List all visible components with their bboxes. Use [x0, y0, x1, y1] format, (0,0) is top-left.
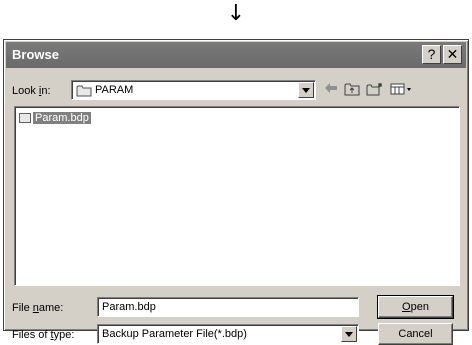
title-bar[interactable]: Browse ? ✕ — [6, 42, 466, 68]
filename-field[interactable]: Param.bdp — [97, 297, 359, 317]
back-button[interactable] — [324, 82, 338, 100]
view-menu-icon — [390, 83, 411, 95]
filetype-combo[interactable]: Backup Parameter File(*.bdp) — [97, 324, 359, 344]
lookin-label-pre: Look — [12, 85, 39, 97]
help-button[interactable]: ? — [422, 45, 441, 64]
filetype-label: Files of type: — [12, 329, 74, 341]
new-folder-icon — [366, 83, 382, 96]
close-button[interactable]: ✕ — [443, 45, 462, 64]
folder-icon — [76, 85, 92, 97]
lookin-dropdown-button[interactable] — [298, 82, 314, 98]
help-icon: ? — [427, 46, 436, 62]
filetype-value: Backup Parameter File(*.bdp) — [102, 328, 247, 340]
open-button-rest: pen — [410, 301, 429, 313]
up-folder-icon — [344, 83, 360, 96]
filetype-label-pre: Files of — [12, 329, 51, 341]
lookin-value: PARAM — [95, 84, 134, 96]
open-button-key: O — [402, 301, 411, 313]
close-icon: ✕ — [446, 46, 459, 62]
filetype-dropdown-button[interactable] — [341, 326, 357, 342]
down-arrow-indicator: ↓ — [226, 1, 246, 26]
lookin-label: Look in: — [12, 85, 51, 97]
file-list[interactable]: Param.bdp — [14, 106, 460, 286]
up-folder-button[interactable] — [344, 82, 360, 100]
filename-label: File name: — [12, 302, 63, 314]
back-arrow-icon — [325, 83, 337, 93]
file-name: Param.bdp — [33, 112, 91, 124]
new-folder-button[interactable] — [366, 82, 384, 100]
filename-label-pre: File — [12, 302, 33, 314]
open-button[interactable]: Open — [377, 295, 454, 319]
list-item[interactable]: Param.bdp — [19, 110, 91, 126]
browse-dialog: Browse ? ✕ Look in: PARAM Param.bdp File… — [3, 39, 469, 345]
filetype-label-post: ype: — [53, 329, 75, 341]
filename-value: Param.bdp — [102, 301, 156, 313]
filename-label-post: ame: — [38, 302, 64, 314]
chevron-down-icon — [345, 332, 353, 337]
dialog-title: Browse — [12, 47, 59, 62]
cancel-button[interactable]: Cancel — [378, 323, 453, 345]
file-icon — [19, 113, 31, 123]
view-menu-button[interactable] — [390, 82, 412, 100]
lookin-label-post: n: — [41, 85, 51, 97]
chevron-down-icon — [302, 88, 310, 93]
lookin-combo[interactable]: PARAM — [71, 80, 316, 100]
